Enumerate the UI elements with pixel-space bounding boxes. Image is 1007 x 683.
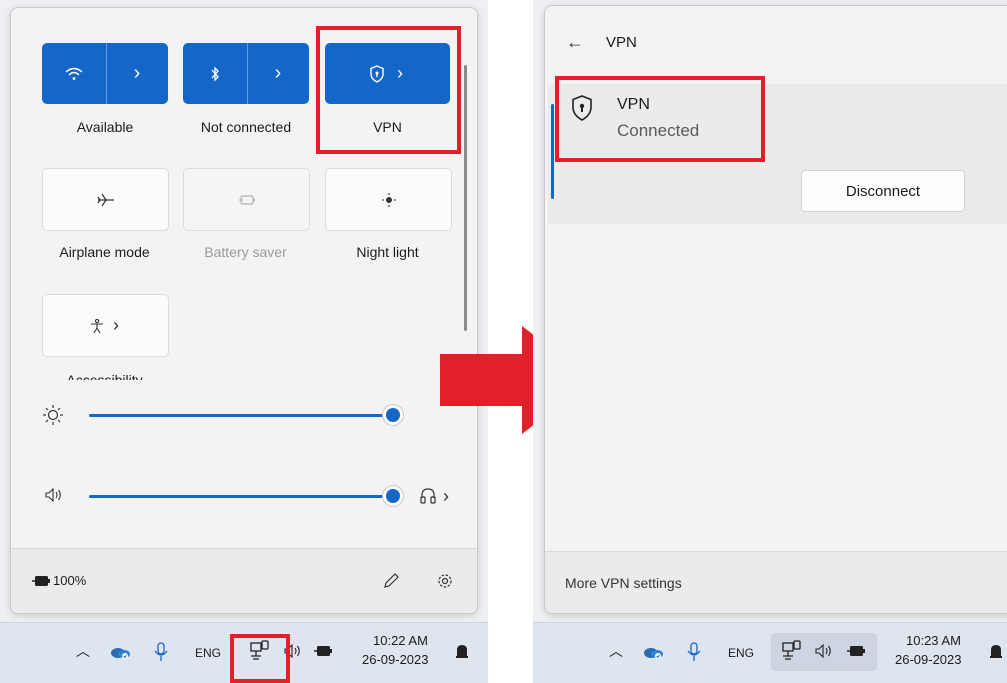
night-light-icon xyxy=(326,169,451,230)
wifi-label: Available xyxy=(76,119,134,135)
network-icon-highlight xyxy=(230,634,290,683)
brightness-icon xyxy=(41,403,65,427)
battery-icon[interactable] xyxy=(31,573,51,589)
volume-slider[interactable] xyxy=(89,495,393,498)
selection-indicator xyxy=(551,104,554,199)
accessibility-tile[interactable]: › xyxy=(42,294,169,357)
disconnect-button[interactable]: Disconnect xyxy=(801,170,965,212)
airplane-mode-label: Airplane mode xyxy=(59,244,150,260)
airplane-icon xyxy=(43,169,168,230)
language-indicator[interactable]: ENG xyxy=(728,646,754,660)
battery-saver-tile[interactable] xyxy=(183,168,310,231)
pencil-icon[interactable] xyxy=(379,569,403,593)
headphones-icon[interactable] xyxy=(417,485,439,507)
speaker-icon[interactable] xyxy=(813,641,835,661)
battery-saver-label: Battery saver xyxy=(204,244,287,260)
panel-footer: 100% xyxy=(11,548,477,613)
taskbar-time[interactable]: 10:22 AM xyxy=(373,633,428,648)
brightness-slider[interactable] xyxy=(89,414,393,417)
bluetooth-label: Not connected xyxy=(200,119,292,135)
chevron-right-icon[interactable]: › xyxy=(439,485,453,507)
night-light-label: Night light xyxy=(356,244,419,260)
taskbar: ︿ ENG 10:23 AM 26-09-2023 xyxy=(533,622,1007,683)
battery-icon[interactable] xyxy=(312,643,334,659)
chevron-up-icon[interactable]: ︿ xyxy=(607,640,625,662)
onedrive-icon[interactable] xyxy=(641,641,665,663)
panel-footer: More VPN settings xyxy=(545,551,1007,613)
accessibility-icon xyxy=(87,295,107,356)
taskbar-time[interactable]: 10:23 AM xyxy=(906,633,961,648)
language-indicator[interactable]: ENG xyxy=(195,646,221,660)
chevron-right-icon[interactable]: › xyxy=(247,43,309,104)
network-icon[interactable] xyxy=(779,638,805,664)
panel-scrollbar[interactable] xyxy=(464,65,467,331)
chevron-right-icon[interactable]: › xyxy=(106,43,168,104)
microphone-icon[interactable] xyxy=(152,640,170,664)
vpn-connection-highlight xyxy=(555,76,765,162)
notification-icon[interactable] xyxy=(452,641,472,663)
taskbar-date[interactable]: 26-09-2023 xyxy=(362,652,429,667)
battery-percent: 100% xyxy=(53,573,87,588)
accessibility-label: Accessibility xyxy=(66,372,143,380)
bluetooth-tile[interactable]: › xyxy=(183,43,309,104)
onedrive-icon[interactable] xyxy=(108,641,132,663)
vpn-tile-highlight xyxy=(316,26,461,154)
chevron-up-icon[interactable]: ︿ xyxy=(74,640,92,662)
left-screenshot: › Available › Not connected › VPN Airpla… xyxy=(0,0,488,683)
airplane-mode-tile[interactable] xyxy=(42,168,169,231)
brightness-slider-thumb[interactable] xyxy=(383,405,403,425)
wifi-icon[interactable] xyxy=(42,43,106,104)
gear-icon[interactable] xyxy=(433,569,457,593)
night-light-tile[interactable] xyxy=(325,168,452,231)
taskbar-date[interactable]: 26-09-2023 xyxy=(895,652,962,667)
right-screenshot: ← VPN VPN Connected Disconnect More VPN … xyxy=(533,0,1007,683)
battery-saver-icon xyxy=(184,169,309,230)
notification-icon[interactable] xyxy=(986,641,1006,663)
chevron-right-icon: › xyxy=(113,315,119,335)
wifi-tile[interactable]: › xyxy=(42,43,168,104)
speaker-icon[interactable] xyxy=(43,484,65,506)
microphone-icon[interactable] xyxy=(685,640,703,664)
more-vpn-settings-link[interactable]: More VPN settings xyxy=(565,575,682,591)
battery-icon[interactable] xyxy=(845,643,867,659)
back-arrow-icon[interactable]: ← xyxy=(566,32,584,53)
vpn-page-title: VPN xyxy=(606,34,637,51)
volume-slider-thumb[interactable] xyxy=(383,486,403,506)
bluetooth-icon[interactable] xyxy=(183,43,247,104)
